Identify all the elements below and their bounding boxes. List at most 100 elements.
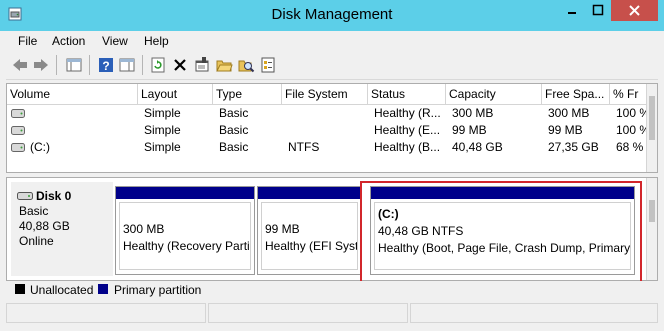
drive-icon	[11, 143, 25, 152]
refresh-button[interactable]	[148, 55, 168, 75]
drive-icon	[11, 126, 25, 135]
partition-status: Healthy (EFI Syster	[265, 239, 357, 253]
back-arrow-icon	[13, 59, 27, 71]
legend-swatch-unallocated	[15, 284, 25, 294]
toolbar-separator	[142, 55, 143, 75]
cell-capacity: 300 MB	[452, 106, 494, 120]
list-header: Volume Layout Type File System Status Ca…	[7, 84, 650, 105]
column-header-layout[interactable]: Layout	[138, 84, 213, 104]
partition-body: (C:) 40,48 GB NTFS Healthy (Boot, Page F…	[374, 202, 631, 270]
toolbar: ?	[6, 51, 658, 80]
cell-status: Healthy (E...	[374, 123, 441, 137]
cell-type: Basic	[219, 106, 249, 120]
cell-percent-free: 100 %	[616, 106, 647, 120]
volume-list[interactable]: Volume Layout Type File System Status Ca…	[6, 83, 658, 173]
title-bar: Disk Management	[0, 0, 664, 31]
scrollbar-thumb[interactable]	[649, 96, 655, 140]
menu-bar: File Action View Help	[6, 31, 658, 51]
forward-button[interactable]	[31, 55, 51, 75]
column-header-percent-free[interactable]: % Fr	[610, 84, 650, 104]
cell-layout: Simple	[144, 106, 181, 120]
partition-size: 40,48 GB NTFS	[378, 224, 464, 238]
delete-button[interactable]	[170, 55, 190, 75]
properties-button[interactable]	[192, 55, 212, 75]
cell-layout: Simple	[144, 123, 181, 137]
back-button[interactable]	[10, 55, 30, 75]
open-icon	[216, 60, 233, 72]
show-hide-action-pane-button[interactable]	[117, 55, 137, 75]
status-bar	[6, 301, 658, 325]
disk-view-scrollbar[interactable]	[646, 178, 657, 280]
refresh-icon	[151, 57, 165, 73]
partition-recovery[interactable]: 300 MB Healthy (Recovery Partit	[115, 186, 255, 275]
column-header-capacity[interactable]: Capacity	[446, 84, 542, 104]
column-header-free-space[interactable]: Free Spa...	[542, 84, 610, 104]
disk-status: Online	[19, 234, 54, 248]
disk-graphical-view: Disk 0 Basic 40,88 GB Online 300 MB Heal…	[6, 177, 658, 281]
menu-action[interactable]: Action	[50, 34, 87, 48]
minimize-button[interactable]	[559, 0, 585, 21]
properties-icon	[195, 57, 209, 72]
cell-percent-free: 68 %	[616, 140, 644, 154]
table-row[interactable]: (C:) Simple Basic NTFS Healthy (B... 40,…	[7, 139, 647, 156]
partition-status: Healthy (Boot, Page File, Crash Dump, Pr…	[378, 241, 631, 255]
column-header-type[interactable]: Type	[213, 84, 282, 104]
settings-list-button[interactable]	[258, 55, 278, 75]
column-header-status[interactable]: Status	[368, 84, 446, 104]
cell-free-space: 99 MB	[548, 123, 583, 137]
partition-bar	[116, 187, 254, 199]
table-row[interactable]: Simple Basic Healthy (E... 99 MB 99 MB 1…	[7, 122, 647, 139]
drive-icon	[11, 109, 25, 118]
partition-c-drive[interactable]: (C:) 40,48 GB NTFS Healthy (Boot, Page F…	[370, 186, 635, 275]
partition-bar	[258, 187, 361, 199]
volume-list-scrollbar[interactable]	[646, 84, 657, 172]
cell-type: Basic	[219, 123, 249, 137]
cell-file-system: NTFS	[288, 140, 320, 154]
disk-type: Basic	[19, 204, 49, 218]
table-row[interactable]: Simple Basic Healthy (R... 300 MB 300 MB…	[7, 105, 647, 122]
disk-info[interactable]: Disk 0 Basic 40,88 GB Online	[11, 182, 113, 276]
column-header-volume[interactable]: Volume	[7, 84, 138, 104]
partition-bar	[371, 187, 634, 199]
cell-layout: Simple	[144, 140, 181, 154]
menu-view[interactable]: View	[100, 34, 130, 48]
delete-icon	[174, 59, 186, 71]
explore-button[interactable]	[236, 55, 256, 75]
partition-title: (C:)	[378, 207, 399, 221]
cell-type: Basic	[219, 140, 249, 154]
cell-free-space: 27,35 GB	[548, 140, 599, 154]
cell-volume: (C:)	[30, 140, 50, 154]
status-segment	[6, 303, 206, 323]
svg-text:?: ?	[102, 59, 109, 73]
partition-size: 300 MB	[123, 222, 165, 236]
legend-label-unallocated: Unallocated	[30, 283, 94, 297]
cell-capacity: 99 MB	[452, 123, 487, 137]
show-hide-console-tree-button[interactable]	[64, 55, 84, 75]
close-button[interactable]	[611, 0, 658, 21]
help-button[interactable]: ?	[96, 55, 116, 75]
disk-size: 40,88 GB	[19, 219, 70, 233]
disk-icon	[17, 192, 33, 200]
show-hide-console-tree-icon	[66, 58, 82, 72]
partition-size: 99 MB	[265, 222, 300, 236]
column-header-file-system[interactable]: File System	[282, 84, 368, 104]
partition-status: Healthy (Recovery Partit	[123, 239, 251, 253]
menu-help[interactable]: Help	[142, 34, 171, 48]
menu-file[interactable]: File	[16, 34, 39, 48]
minimize-icon	[568, 12, 576, 14]
scrollbar-thumb[interactable]	[649, 200, 655, 222]
cell-file-system	[285, 105, 368, 122]
settings-list-icon	[261, 57, 275, 73]
help-icon: ?	[99, 58, 113, 73]
partition-body: 300 MB Healthy (Recovery Partit	[119, 202, 251, 270]
forward-arrow-icon	[34, 59, 48, 71]
open-button[interactable]	[214, 55, 234, 75]
cell-status: Healthy (B...	[374, 140, 441, 154]
explore-icon	[238, 60, 255, 73]
partition-efi[interactable]: 99 MB Healthy (EFI Syster	[257, 186, 362, 275]
maximize-button[interactable]	[585, 0, 611, 21]
partition-body: 99 MB Healthy (EFI Syster	[261, 202, 358, 270]
toolbar-separator	[89, 55, 90, 75]
cell-volume	[27, 122, 138, 139]
maximize-icon	[592, 4, 604, 16]
